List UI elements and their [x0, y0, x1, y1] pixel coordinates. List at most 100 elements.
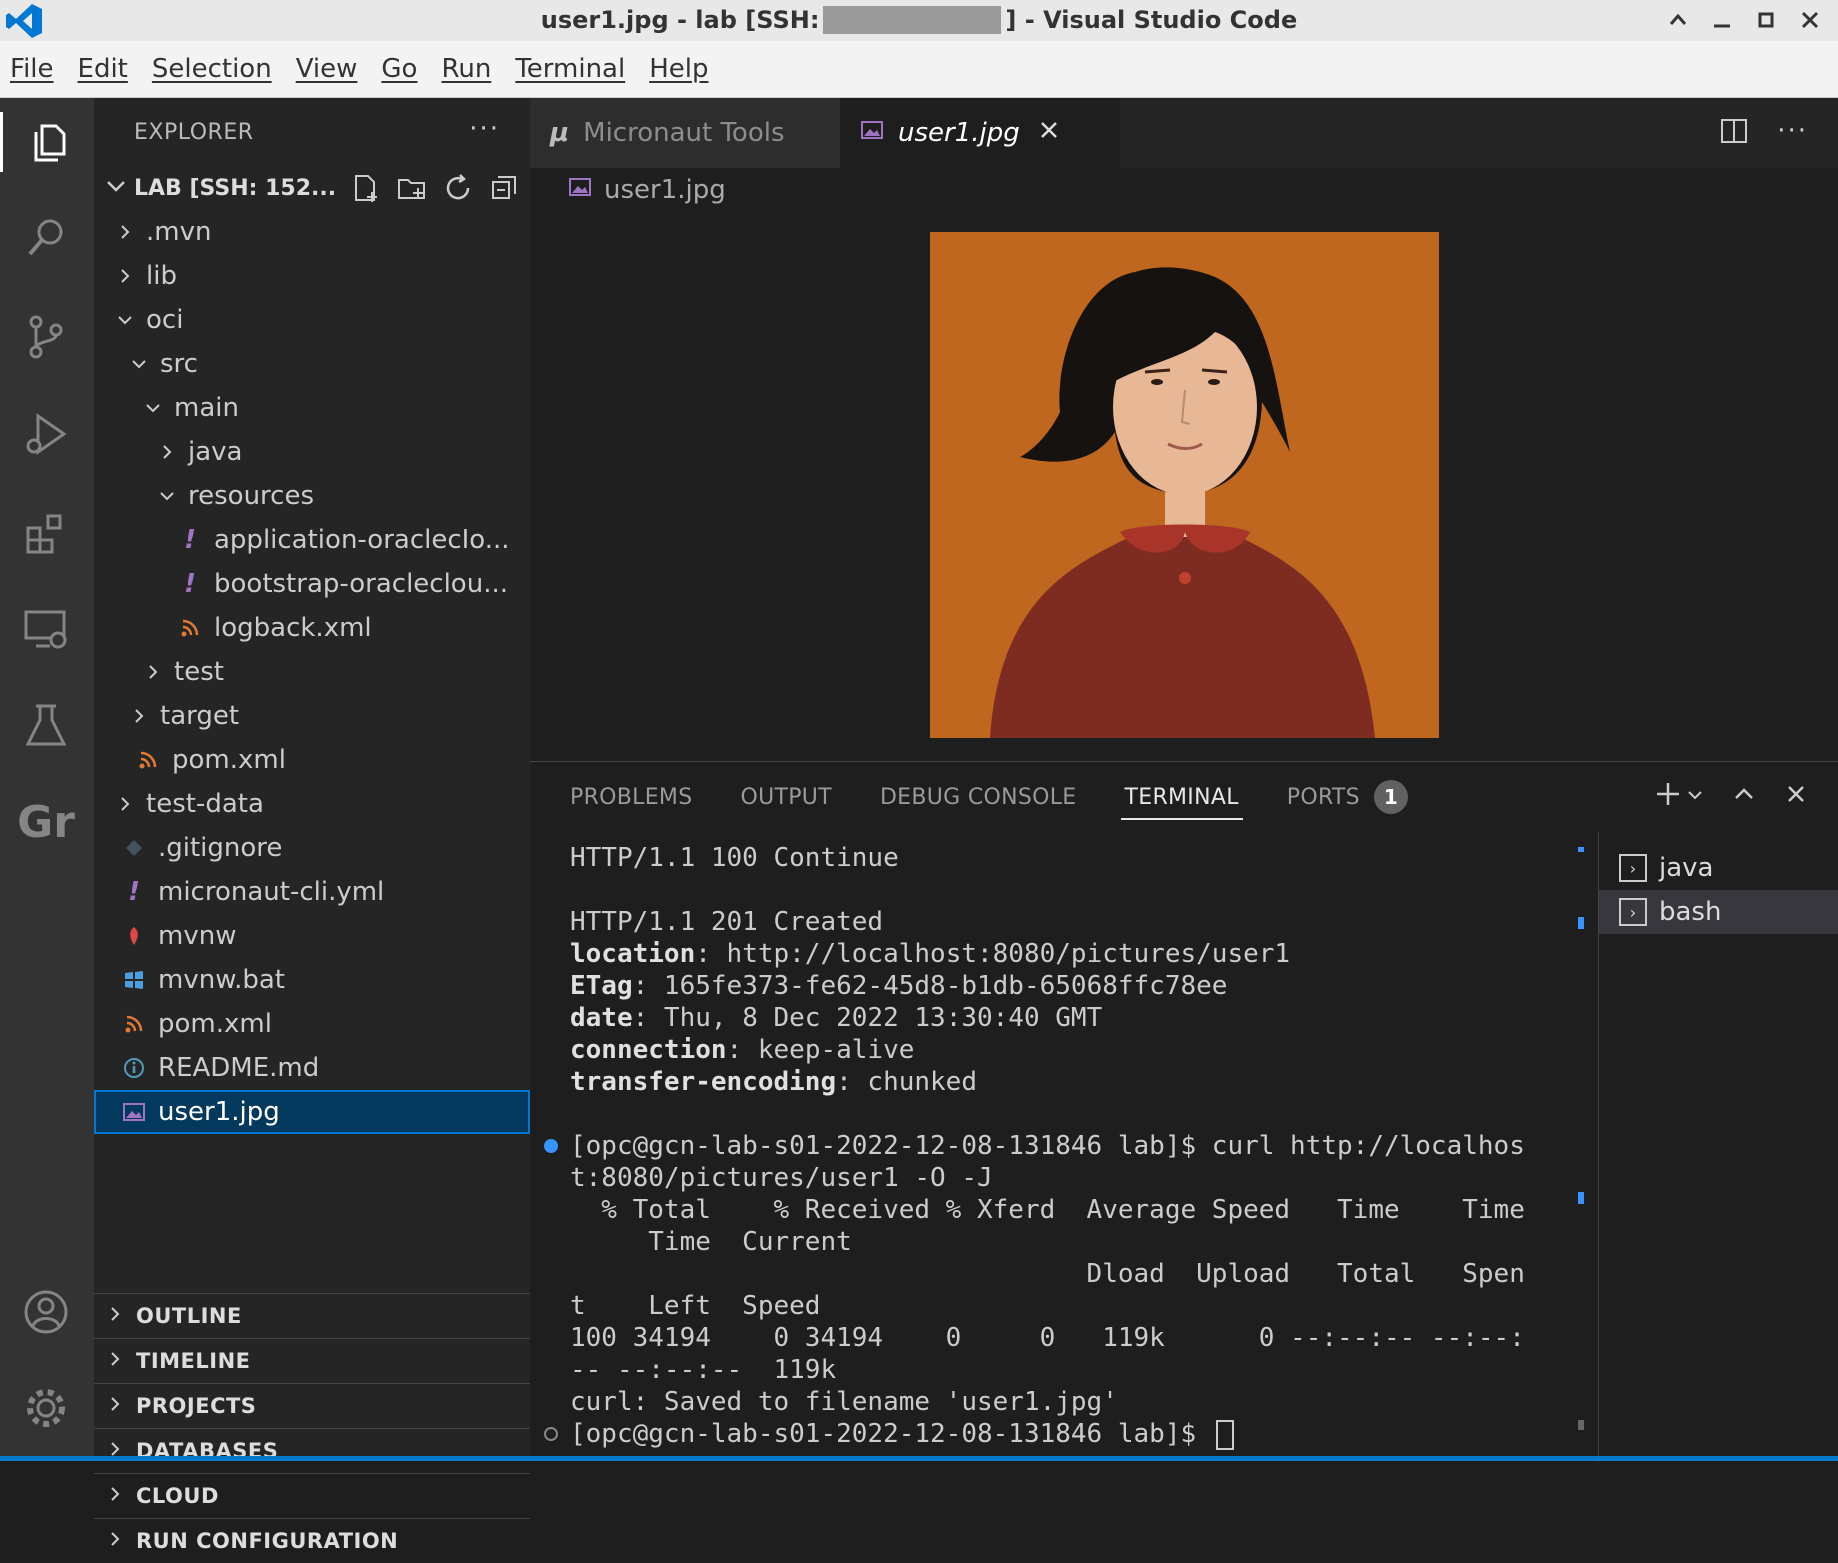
tree-folder[interactable]: java	[94, 430, 530, 474]
image-file-icon	[568, 175, 592, 205]
more-actions-icon[interactable]: ···	[469, 114, 500, 144]
new-file-icon[interactable]	[350, 172, 382, 204]
chevron-down-icon	[104, 174, 128, 204]
tree-folder[interactable]: src	[94, 342, 530, 386]
tab-problems[interactable]: PROBLEMS	[570, 762, 692, 832]
section-projects[interactable]: PROJECTS	[94, 1383, 530, 1428]
menu-edit[interactable]: Edit	[66, 54, 140, 84]
collapse-all-icon[interactable]	[488, 172, 520, 204]
menu-file[interactable]: File	[0, 54, 66, 84]
tab-ports[interactable]: PORTS 1	[1287, 762, 1408, 832]
tree-file[interactable]: ! micronaut-cli.yml	[94, 870, 530, 914]
tree-folder[interactable]: target	[94, 694, 530, 738]
window-title-prefix: user1.jpg - lab [SSH:	[540, 6, 820, 34]
terminal-line: curl: Saved to filename 'user1.jpg'	[570, 1386, 1590, 1418]
menu-selection[interactable]: Selection	[140, 54, 284, 84]
tree-file[interactable]: mvnw.bat	[94, 958, 530, 1002]
close-window-button[interactable]	[1792, 4, 1828, 36]
workspace-root[interactable]: LAB [SSH: 152...	[94, 166, 530, 210]
tree-folder[interactable]: lib	[94, 254, 530, 298]
ports-count-badge: 1	[1373, 780, 1408, 814]
split-editor-icon[interactable]	[1719, 116, 1749, 146]
chevron-up-icon[interactable]	[1660, 4, 1696, 36]
minimize-button[interactable]	[1704, 4, 1740, 36]
close-tab-icon[interactable]	[1038, 118, 1060, 148]
section-run-configuration[interactable]: RUN CONFIGURATION	[94, 1518, 530, 1563]
tree-file[interactable]: ! bootstrap-oracleclou...	[94, 562, 530, 606]
tree-file[interactable]: pom.xml	[94, 738, 530, 782]
tree-file[interactable]: user1.jpg	[94, 1090, 530, 1134]
menu-help[interactable]: Help	[637, 54, 720, 84]
terminal-line: location: http://localhost:8080/pictures…	[570, 938, 1590, 970]
terminal-text: Dload Upload Total Spen	[570, 1259, 1525, 1289]
terminal-line: % Total % Received % Xferd Average Speed…	[570, 1194, 1590, 1226]
menu-run[interactable]: Run	[429, 54, 503, 84]
maximize-button[interactable]	[1748, 4, 1784, 36]
breadcrumb-item[interactable]: user1.jpg	[604, 175, 726, 205]
run-debug-icon[interactable]	[16, 404, 76, 464]
section-databases[interactable]: DATABASES	[94, 1428, 530, 1473]
tab-micronaut-tools[interactable]: μ Micronaut Tools	[530, 98, 840, 168]
scrollbar-marker	[1578, 1420, 1584, 1430]
terminal-text: [opc@gcn-lab-s01-2022-12-08-131846 lab]$…	[570, 1131, 1525, 1161]
tab-output[interactable]: OUTPUT	[740, 762, 831, 832]
maximize-panel-icon[interactable]	[1732, 782, 1756, 812]
chevron-right-icon	[106, 1484, 124, 1508]
testing-icon[interactable]	[16, 696, 76, 756]
tree-file[interactable]: ! application-oraclecIo...	[94, 518, 530, 562]
menu-go[interactable]: Go	[369, 54, 429, 84]
search-icon[interactable]	[16, 208, 76, 268]
editor-tabs: μ Micronaut Tools user1.jpg ···	[530, 98, 1838, 168]
terminal-text: Time Current	[570, 1227, 852, 1257]
menu-bar: File Edit Selection View Go Run Terminal…	[0, 41, 1838, 98]
editor-more-actions-icon[interactable]: ···	[1777, 116, 1808, 146]
tab-debug-console[interactable]: DEBUG CONSOLE	[880, 762, 1077, 832]
terminal-cursor	[1215, 1419, 1234, 1450]
tab-label: user1.jpg	[898, 118, 1020, 148]
explorer-icon[interactable]	[0, 112, 97, 172]
header-value: : keep-alive	[726, 1035, 915, 1065]
tab-user1-jpg[interactable]: user1.jpg	[840, 98, 1120, 168]
status-bar	[0, 1456, 1838, 1461]
chevron-down-icon	[112, 311, 138, 329]
terminal-output[interactable]: HTTP/1.1 100 Continue HTTP/1.1 201 Create…	[544, 842, 1590, 1452]
terminal-item-java[interactable]: › java	[1599, 846, 1838, 890]
terminal-line: [opc@gcn-lab-s01-2022-12-08-131846 lab]$	[544, 1418, 1590, 1450]
explorer-sidebar: EXPLORER ··· LAB [SSH: 152... .mvn lib oci…	[94, 98, 530, 1553]
section-timeline[interactable]: TIMELINE	[94, 1338, 530, 1383]
close-panel-icon[interactable]	[1784, 782, 1808, 812]
remote-explorer-icon[interactable]	[16, 600, 76, 660]
editor-area: μ Micronaut Tools user1.jpg ··· user1.jp…	[530, 98, 1838, 761]
tree-file[interactable]: pom.xml	[94, 1002, 530, 1046]
tree-file[interactable]: README.md	[94, 1046, 530, 1090]
menu-terminal[interactable]: Terminal	[503, 54, 637, 84]
tree-item-label: oci	[146, 305, 184, 335]
tree-folder[interactable]: test	[94, 650, 530, 694]
extensions-icon[interactable]	[16, 502, 76, 562]
tree-file[interactable]: .gitignore	[94, 826, 530, 870]
new-folder-icon[interactable]	[396, 172, 428, 204]
refresh-icon[interactable]	[442, 172, 474, 204]
tree-file[interactable]: mvnw	[94, 914, 530, 958]
tree-folder[interactable]: test-data	[94, 782, 530, 826]
gradle-icon[interactable]: Gr	[16, 792, 76, 852]
menu-view[interactable]: View	[284, 54, 370, 84]
tree-folder[interactable]: oci	[94, 298, 530, 342]
chevron-down-icon[interactable]	[1686, 785, 1704, 810]
account-icon[interactable]	[16, 1282, 76, 1342]
terminal-item-bash[interactable]: › bash	[1599, 890, 1838, 934]
terminal-text: t Left Speed	[570, 1291, 821, 1321]
tree-file[interactable]: logback.xml	[94, 606, 530, 650]
windows-batch-icon	[120, 969, 148, 991]
settings-gear-icon[interactable]	[16, 1378, 76, 1438]
tree-folder[interactable]: .mvn	[94, 210, 530, 254]
source-control-icon[interactable]	[16, 306, 76, 366]
new-terminal-button[interactable]	[1654, 780, 1682, 814]
tree-folder[interactable]: resources	[94, 474, 530, 518]
tree-folder[interactable]: main	[94, 386, 530, 430]
tab-terminal[interactable]: TERMINAL	[1120, 762, 1244, 832]
section-outline[interactable]: OUTLINE	[94, 1293, 530, 1338]
section-cloud[interactable]: CLOUD	[94, 1473, 530, 1518]
terminal-line: t Left Speed	[570, 1290, 1590, 1322]
terminal-line: Dload Upload Total Spen	[570, 1258, 1590, 1290]
